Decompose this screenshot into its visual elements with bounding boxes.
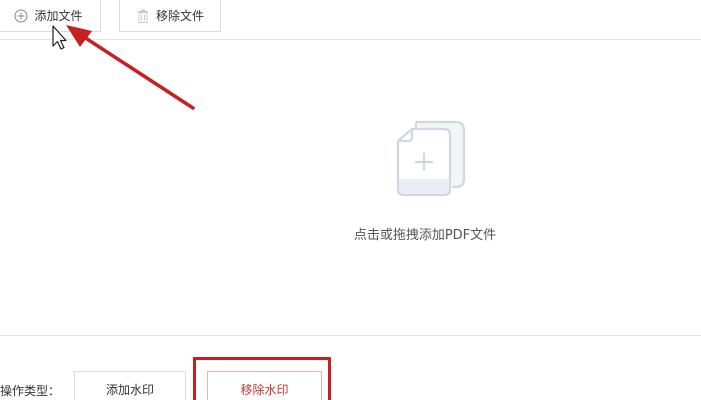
drop-hint-text: 点击或拖拽添加PDF文件 (353, 228, 497, 243)
annotation-highlight-box (193, 357, 331, 400)
plus-circle-icon (14, 9, 28, 23)
toolbar: 添加文件 移除文件 (0, 0, 701, 40)
app-window: 添加文件 移除文件 点击或拖拽添加PDF文件 操作类型： 添加水印 移除水印 (0, 0, 701, 400)
operation-type-label: 操作类型： (0, 384, 61, 398)
add-file-label: 添加文件 (34, 9, 83, 23)
file-copy-add-icon (394, 119, 472, 199)
file-drop-zone[interactable]: 点击或拖拽添加PDF文件 (0, 41, 701, 335)
add-watermark-option[interactable]: 添加水印 (74, 371, 186, 400)
add-file-button[interactable]: 添加文件 (0, 0, 101, 32)
trash-icon (136, 9, 150, 23)
section-divider (0, 335, 701, 336)
remove-file-label: 移除文件 (155, 9, 204, 23)
remove-file-button[interactable]: 移除文件 (119, 0, 221, 32)
